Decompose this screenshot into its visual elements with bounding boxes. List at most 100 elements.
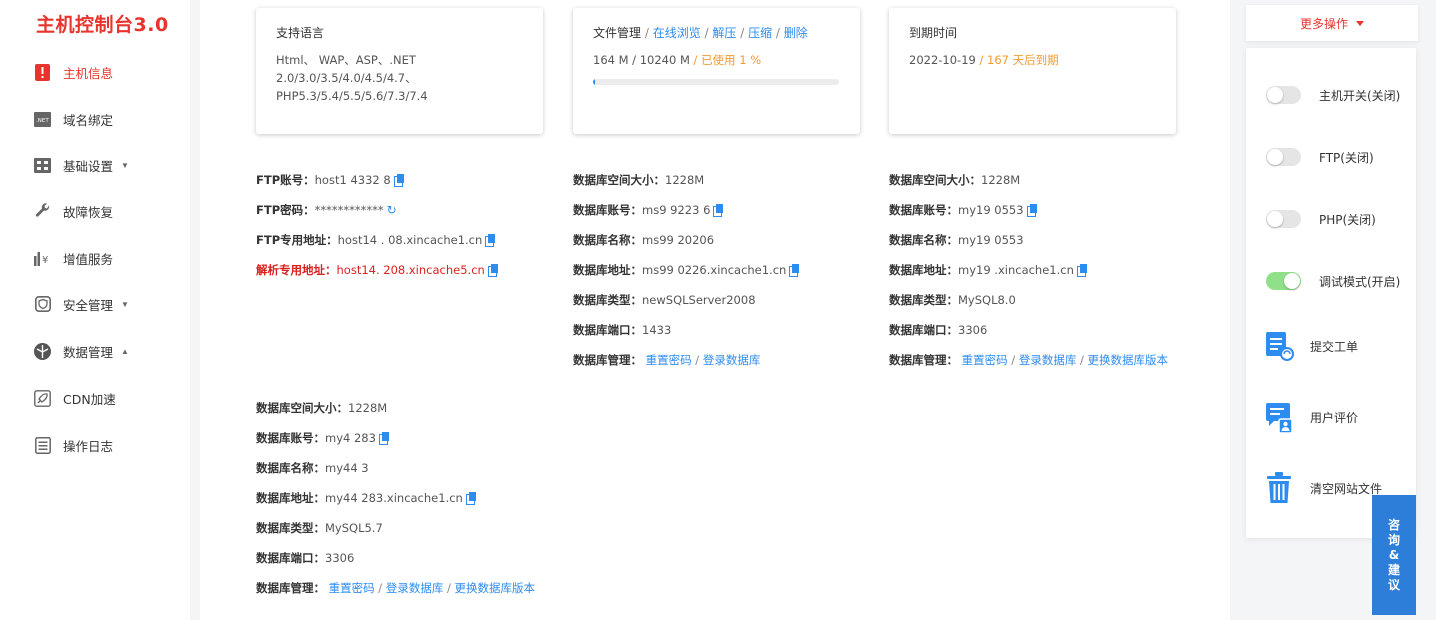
copy-icon[interactable] (485, 234, 496, 247)
db-port-value: 1433 (642, 323, 672, 337)
main-content: 支持语言 Html、 WAP、ASP、.NET 2.0/3.0/3.5/4.0/… (200, 0, 1230, 620)
ftp-account-label: FTP账号： (256, 173, 315, 187)
sidebar-item-cdn[interactable]: CDN加速 (34, 386, 116, 410)
db-name-label: 数据库名称： (889, 233, 958, 247)
expiry-card: 到期时间 2022-10-19 / 167 天后到期 (889, 8, 1176, 134)
login-database-link[interactable]: 登录数据库 (386, 581, 444, 595)
card-title: 到期时间 (909, 26, 958, 40)
sidebar-item-label: 域名绑定 (63, 112, 114, 128)
ftp-account-value: host1 4332 8 (314, 173, 391, 187)
debug-mode-toggle[interactable] (1266, 272, 1301, 290)
language-line: 2.0/3.0/3.5/4.0/4.5/4.7、 (276, 71, 417, 85)
db-account-value: ms9 9223 6 (642, 203, 711, 217)
copy-icon[interactable] (378, 432, 389, 445)
rocket-icon (34, 389, 51, 407)
clear-site-files-button[interactable]: 清空网站文件 (1266, 472, 1382, 504)
db-address-row: 数据库地址：my44 283.xincache1.cn (256, 490, 476, 506)
toggle-label: 主机开关(关闭) (1319, 88, 1401, 103)
sidebar-item-operation-log[interactable]: 操作日志 (34, 433, 113, 457)
file-management-card: 文件管理 / 在线浏览 / 解压 / 压缩 / 删除 164 M / 10240… (573, 8, 860, 134)
language-line: PHP5.3/5.4/5.5/5.6/7.3/7.4 (276, 89, 428, 103)
ftp-address-row: FTP专用地址：host14 . 08.xincache1.cn (256, 232, 496, 248)
more-actions-button[interactable]: 更多操作 (1246, 5, 1418, 41)
browse-link[interactable]: 在线浏览 (653, 26, 701, 40)
db-port-row: 数据库端口：3306 (256, 550, 354, 566)
php-switch-toggle[interactable] (1266, 210, 1301, 228)
sidebar-item-basic-settings[interactable]: 基础设置 ▼ (34, 153, 129, 177)
copy-icon[interactable] (1026, 204, 1037, 217)
submit-ticket-button[interactable]: 提交工单 (1266, 330, 1358, 362)
sidebar-item-recovery[interactable]: 故障恢复 (34, 199, 113, 223)
db-port-row: 数据库端口：1433 (573, 322, 671, 338)
toggle-knob (1267, 149, 1283, 165)
review-icon (1266, 403, 1293, 433)
sidebar-item-label: 主机信息 (63, 65, 114, 81)
db-type-row: 数据库类型：MySQL5.7 (256, 520, 383, 536)
db-size-row: 数据库空间大小：1228M (256, 400, 387, 416)
database-info-mysql8: 数据库空间大小：1228M 数据库账号：my19 0553 数据库名称：my19… (889, 172, 1189, 392)
ftp-info: FTP账号：host1 4332 8 FTP密码：************ ↻ F… (256, 172, 556, 282)
sidebar-item-value-added[interactable]: ¥ 增值服务 (34, 246, 113, 270)
wrench-icon (34, 203, 51, 220)
zip-link[interactable]: 压缩 (748, 26, 772, 40)
change-db-version-link[interactable]: 更换数据库版本 (455, 581, 536, 595)
language-card: 支持语言 Html、 WAP、ASP、.NET 2.0/3.0/3.5/4.0/… (256, 8, 543, 134)
db-name-row: 数据库名称：ms99 20206 (573, 232, 714, 248)
copy-icon[interactable] (393, 174, 404, 187)
reset-password-link[interactable]: 重置密码 (646, 353, 692, 367)
svg-text:.NET: .NET (36, 118, 49, 124)
db-port-label: 数据库端口： (889, 323, 958, 337)
sidebar-item-label: 故障恢复 (63, 204, 114, 220)
reset-password-link[interactable]: 重置密码 (962, 353, 1008, 367)
login-database-link[interactable]: 登录数据库 (1019, 353, 1077, 367)
sidebar-item-label: 安全管理 (63, 297, 114, 313)
disk-usage: 164 M / 10240 M / 已使用 1 % (593, 53, 762, 67)
reset-password-link[interactable]: 重置密码 (329, 581, 375, 595)
sidebar: 主机控制台3.0 主机信息 .NET 域名绑定 基础设置 ▼ 故障恢复 ¥ 增值… (0, 0, 190, 620)
sidebar-item-label: CDN加速 (63, 391, 116, 407)
sidebar-item-security[interactable]: 安全管理 ▼ (34, 292, 129, 316)
days-remaining: 167 天后到期 (987, 53, 1059, 67)
delete-link[interactable]: 删除 (784, 26, 808, 40)
sidebar-item-data-management[interactable]: 数据管理 ▲ (34, 339, 129, 363)
change-db-version-link[interactable]: 更换数据库版本 (1088, 353, 1169, 367)
copy-icon[interactable] (789, 264, 800, 277)
db-manage-label: 数据库管理： (573, 353, 642, 367)
quick-actions-panel: 主机开关(关闭) FTP(关闭) PHP(关闭) 调试模式(开启) 提交工单 用… (1246, 48, 1416, 538)
db-port-label: 数据库端口： (256, 551, 325, 565)
db-type-value: MySQL8.0 (958, 293, 1016, 307)
toggle-label: PHP(关闭) (1319, 212, 1376, 227)
sidebar-item-label: 操作日志 (63, 438, 114, 454)
language-list: Html、 WAP、ASP、.NET 2.0/3.0/3.5/4.0/4.5/4… (276, 51, 523, 105)
copy-icon[interactable] (713, 204, 724, 217)
ftp-switch-toggle[interactable] (1266, 148, 1301, 166)
copy-icon[interactable] (1076, 264, 1087, 277)
user-review-button[interactable]: 用户评价 (1266, 401, 1358, 433)
host-switch-toggle[interactable] (1266, 86, 1301, 104)
db-address-row: 数据库地址：my19 .xincache1.cn (889, 262, 1087, 278)
unzip-link[interactable]: 解压 (712, 26, 736, 40)
chevron-down-icon: ▼ (121, 299, 129, 309)
resolve-address-value: host14. 208.xincache5.cn (336, 263, 485, 277)
db-address-value: my19 .xincache1.cn (958, 263, 1074, 277)
consult-suggest-button[interactable]: 咨询&建议 (1372, 495, 1416, 615)
login-database-link[interactable]: 登录数据库 (703, 353, 761, 367)
resolve-address-row: 解析专用地址：host14. 208.xincache5.cn (256, 262, 498, 278)
copy-icon[interactable] (487, 264, 498, 277)
db-name-row: 数据库名称：my44 3 (256, 460, 369, 476)
db-type-label: 数据库类型： (573, 293, 642, 307)
copy-icon[interactable] (465, 492, 476, 505)
refresh-icon[interactable]: ↻ (387, 202, 397, 218)
ticket-icon (1266, 332, 1294, 361)
sidebar-item-host-info[interactable]: 主机信息 (34, 60, 113, 84)
expiry-info: 2022-10-19 / 167 天后到期 (909, 53, 1059, 67)
db-manage-row: 数据库管理： 重置密码 / 登录数据库 / 更换数据库版本 (256, 581, 536, 595)
action-label: 用户评价 (1310, 410, 1359, 425)
more-actions-label: 更多操作 (1299, 16, 1348, 31)
sidebar-item-domain[interactable]: .NET 域名绑定 (34, 107, 113, 131)
db-type-row: 数据库类型：newSQLServer2008 (573, 292, 756, 308)
db-address-label: 数据库地址： (573, 263, 642, 277)
chevron-up-icon: ▲ (121, 346, 129, 356)
sidebar-item-label: 基础设置 (63, 158, 114, 174)
chevron-down-icon: ▼ (121, 160, 129, 170)
